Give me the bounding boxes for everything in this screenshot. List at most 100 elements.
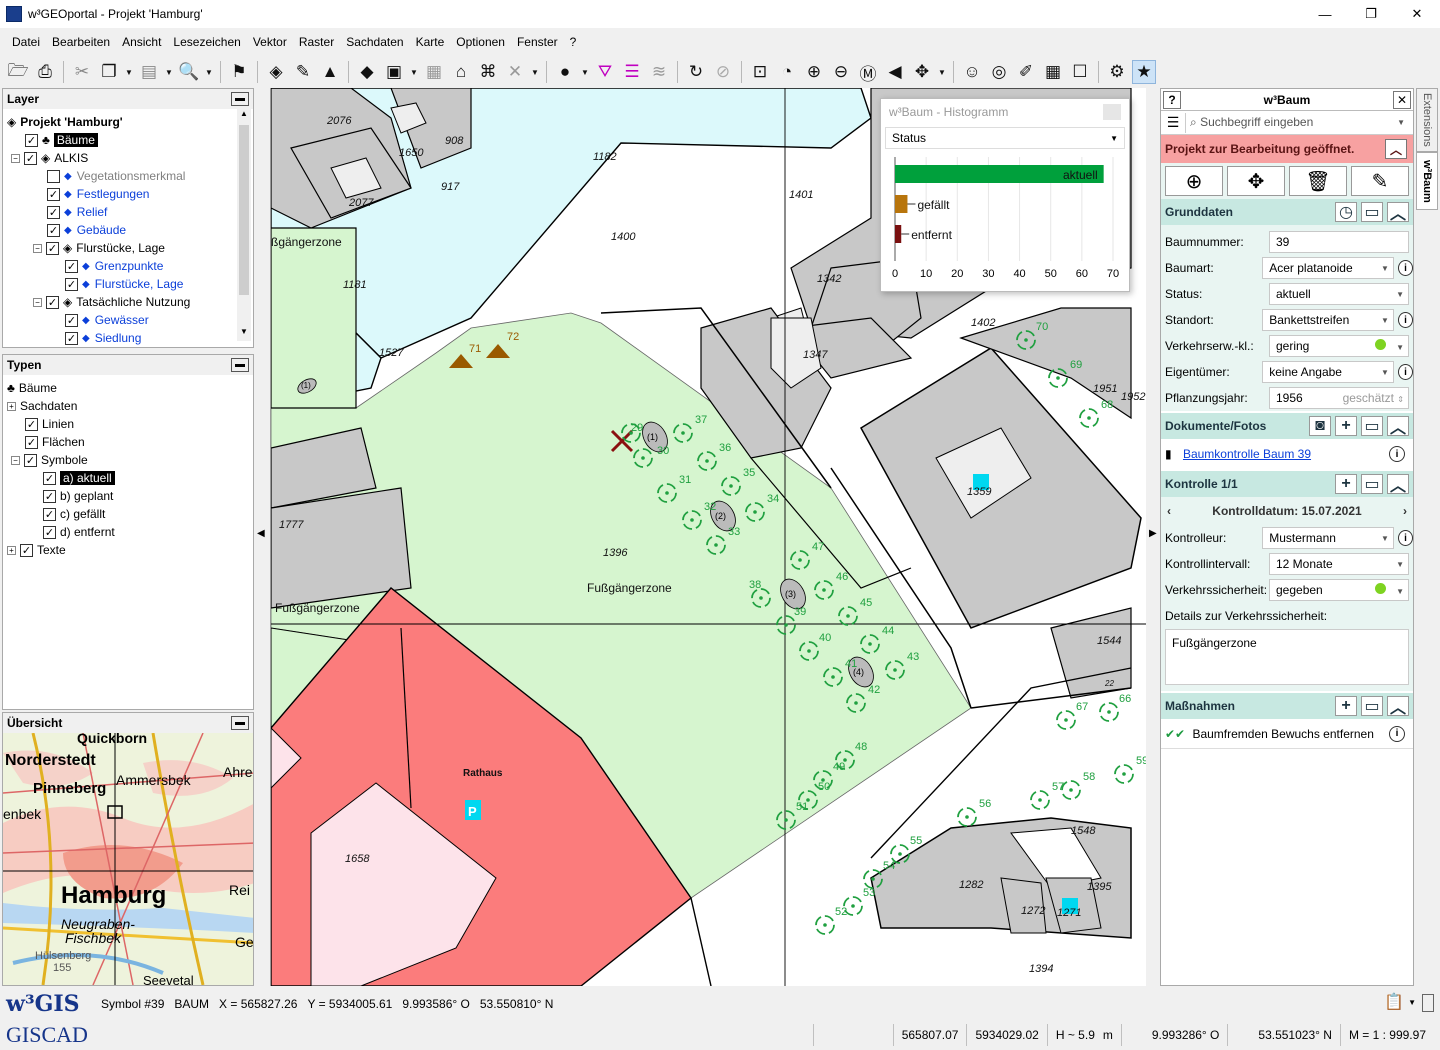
chevron-down-icon[interactable]: ▼	[937, 60, 947, 84]
search-icon[interactable]: 🔍	[177, 60, 201, 84]
minimize-panel-button[interactable]: ▬	[231, 358, 249, 372]
layer-tree-item[interactable]: ◆ Vegetationsmerkmal	[7, 167, 253, 185]
stepper-icon[interactable]: ⇕	[1397, 395, 1404, 404]
layer-tree-item[interactable]: − ✓ ◈ Flurstücke, Lage	[7, 239, 253, 257]
menu-sachdaten[interactable]: Sachdaten	[346, 35, 403, 49]
draw-line-icon[interactable]: ✎	[291, 60, 315, 84]
person-icon[interactable]: ☺	[960, 60, 984, 84]
scroll-down-icon[interactable]: ▼	[237, 327, 251, 341]
menu-karte[interactable]: Karte	[416, 35, 445, 49]
layer-tree-item[interactable]: ✓ ◆ Flurstücke, Lage	[7, 275, 253, 293]
type-tree-item[interactable]: ✓ Flächen	[7, 433, 253, 451]
checkbox[interactable]: ✓	[20, 543, 33, 557]
layers-icon[interactable]: ◈	[264, 60, 288, 84]
window-icon[interactable]: ▭	[1361, 696, 1383, 716]
zoom-area-icon[interactable]: ◔	[775, 60, 799, 84]
cut-icon[interactable]: ✂	[70, 60, 94, 84]
pflanzungsjahr-input[interactable]: 1956 geschätzt ⇕	[1269, 387, 1409, 409]
checkbox[interactable]: ✓	[43, 471, 56, 485]
baumart-select[interactable]: Acer platanoide ▼	[1262, 257, 1394, 279]
collapse-icon[interactable]: −	[33, 297, 42, 307]
close-icon[interactable]: ✕	[1392, 90, 1411, 109]
move-tree-button[interactable]: ✥	[1227, 166, 1285, 196]
point-icon[interactable]: ●	[553, 60, 577, 84]
layer-tree-item[interactable]: ✓ ◆ Gebäude	[7, 221, 253, 239]
checkbox[interactable]: ✓	[65, 277, 78, 291]
grid-icon[interactable]: ▦	[422, 60, 446, 84]
info-icon[interactable]: i	[1397, 364, 1413, 380]
type-tree-item[interactable]: − ✓ Symbole	[7, 451, 253, 469]
zoom-out-icon[interactable]: ⊖	[829, 60, 853, 84]
collapse-up-icon[interactable]: ︿	[1387, 474, 1409, 495]
overview-map[interactable]: Quickborn Norderstedt Ammersbek Ahre Pin…	[3, 733, 254, 985]
minimize-panel-button[interactable]: ▬	[231, 92, 249, 106]
maximize-button[interactable]: ❐	[1348, 0, 1394, 28]
info-icon[interactable]: i	[1397, 312, 1413, 328]
standort-select[interactable]: Bankettstreifen ▼	[1262, 309, 1394, 331]
clipboard-icon[interactable]: 📋	[1384, 992, 1406, 1014]
window-icon[interactable]: ▭	[1361, 416, 1383, 436]
baumnummer-input[interactable]: 39	[1269, 231, 1409, 253]
scroll-up-icon[interactable]: ▲	[237, 109, 251, 123]
menu-ansicht[interactable]: Ansicht	[122, 35, 161, 49]
scrollbar-thumb[interactable]	[239, 125, 249, 295]
kontrollintervall-select[interactable]: 12 Monate ▼	[1269, 553, 1409, 575]
table-icon[interactable]: ▦	[1041, 60, 1065, 84]
select-area-icon[interactable]: ▣	[382, 60, 406, 84]
filter-icon[interactable]: ⛛	[593, 60, 617, 84]
close-button[interactable]: ✕	[1394, 0, 1440, 28]
checkbox[interactable]: ✓	[47, 205, 60, 219]
menu-lesezeichen[interactable]: Lesezeichen	[173, 35, 240, 49]
type-tree-item[interactable]: ♣ Bäume	[7, 379, 253, 397]
back-icon[interactable]: ◀	[883, 60, 907, 84]
type-tree-item[interactable]: ✓ b) geplant	[7, 487, 253, 505]
menu-raster[interactable]: Raster	[299, 35, 334, 49]
checkbox[interactable]: ✓	[25, 435, 38, 449]
menu-bearbeiten[interactable]: Bearbeiten	[52, 35, 110, 49]
checkbox[interactable]: ✓	[24, 151, 37, 165]
status-select[interactable]: aktuell ▼	[1269, 283, 1409, 305]
checkbox[interactable]: ✓	[43, 525, 56, 539]
minimize-button[interactable]: —	[1302, 0, 1348, 28]
collapse-icon[interactable]: −	[11, 153, 20, 163]
zoom-in-icon[interactable]: ⊕	[802, 60, 826, 84]
info-icon[interactable]: i	[1389, 725, 1405, 742]
scrollbar[interactable]: ▲ ▼	[237, 109, 251, 341]
checkbox[interactable]: ✓	[65, 259, 78, 273]
window-toggle-icon[interactable]	[1422, 994, 1434, 1012]
open-folder-icon[interactable]: 🗁	[6, 60, 30, 84]
checkbox[interactable]: ✓	[46, 295, 59, 309]
collapse-up-icon[interactable]: ︿	[1387, 202, 1409, 223]
menu-vektor[interactable]: Vektor	[253, 35, 287, 49]
checkbox[interactable]: ✓	[43, 507, 56, 521]
next-icon[interactable]: ›	[1403, 504, 1407, 518]
layer-tree-item[interactable]: ◈ Projekt 'Hamburg'	[7, 113, 253, 131]
checkbox[interactable]: ✓	[25, 417, 38, 431]
type-tree-item[interactable]: ✓ d) entfernt	[7, 523, 253, 541]
tab-extensions[interactable]: Extensions	[1416, 88, 1438, 152]
checkbox[interactable]: ✓	[24, 453, 37, 467]
type-tree-item[interactable]: + ✓ Texte	[7, 541, 253, 559]
menu-optionen[interactable]: Optionen	[456, 35, 505, 49]
info-icon[interactable]: i	[1397, 530, 1413, 546]
chevron-down-icon[interactable]: ▼	[409, 60, 419, 84]
chevron-down-icon[interactable]: ▼	[580, 60, 590, 84]
document-link[interactable]: Baumkontrolle Baum 39	[1183, 447, 1311, 461]
add-icon[interactable]: +	[1335, 416, 1357, 436]
cancel-icon[interactable]: ⊘	[711, 60, 735, 84]
layer-tree-item[interactable]: ✓ ◆ Festlegungen	[7, 185, 253, 203]
history-icon[interactable]: ◷	[1335, 202, 1357, 222]
print-icon[interactable]: ⎙	[33, 60, 57, 84]
edit-tree-button[interactable]: ✎	[1351, 166, 1409, 196]
tab-w3baum[interactable]: w³Baum	[1416, 152, 1438, 210]
comment-icon[interactable]: ☐	[1068, 60, 1092, 84]
layer-tree-item[interactable]: ✓ ◆ Relief	[7, 203, 253, 221]
layer-tree-item[interactable]: ✓ ◆ Grenzpunkte	[7, 257, 253, 275]
edit-icon[interactable]: ✐	[1014, 60, 1038, 84]
verkehrssicherheit-select[interactable]: gegeben ▼	[1269, 579, 1409, 601]
chevron-down-icon[interactable]: ▼	[204, 60, 214, 84]
refresh-icon[interactable]: ↻	[684, 60, 708, 84]
baum-search-input[interactable]: ⌕ Suchbegriff eingeben ▼	[1185, 112, 1413, 133]
expand-icon[interactable]: +	[7, 401, 16, 411]
expand-icon[interactable]: +	[7, 545, 16, 555]
